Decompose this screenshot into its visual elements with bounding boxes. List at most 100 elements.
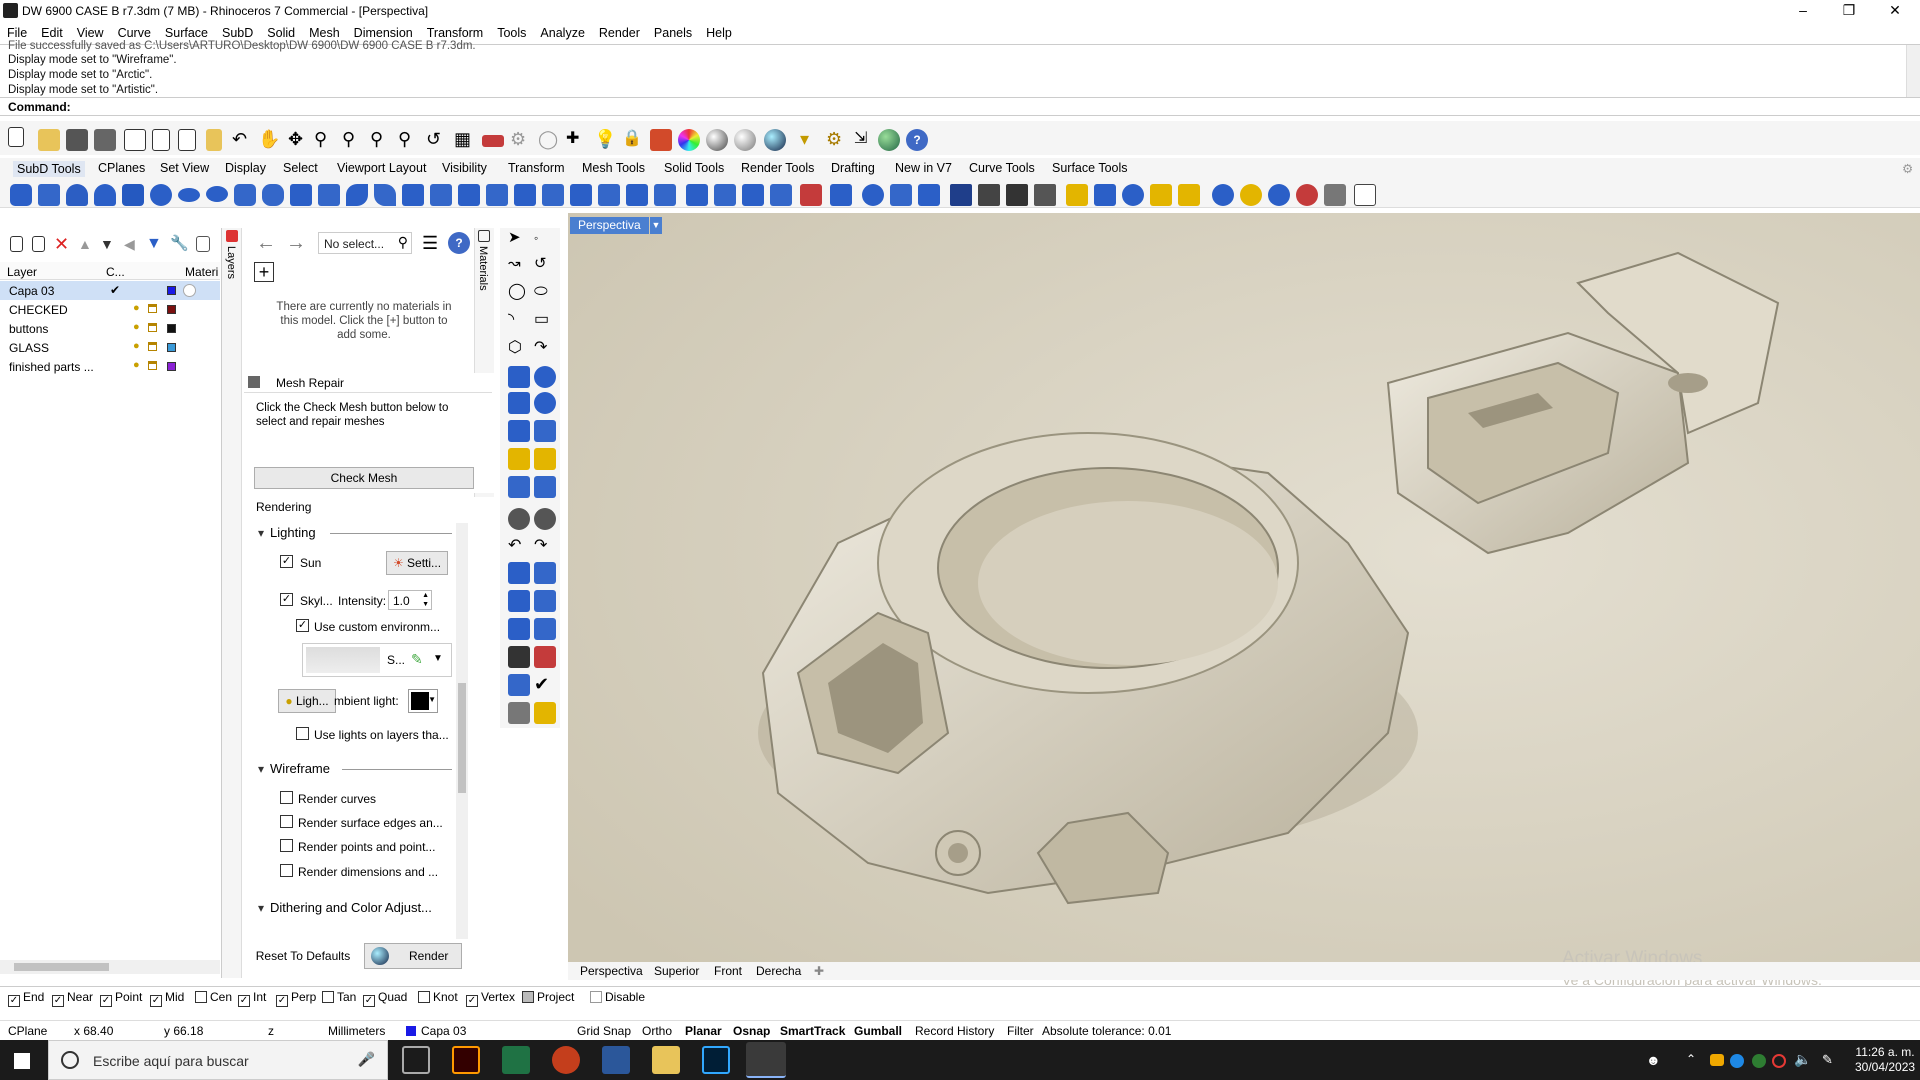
tab-perspectiva[interactable]: Perspectiva — [580, 964, 643, 978]
layer-row-buttons[interactable]: buttons ● — [0, 319, 220, 338]
subd-bridge-icon[interactable] — [374, 184, 396, 206]
subd-crease-tool-icon[interactable] — [1094, 184, 1116, 206]
tab-viewport-layout[interactable]: Viewport Layout — [337, 161, 426, 175]
back-arrow-icon[interactable]: ← — [256, 232, 278, 254]
car-icon[interactable] — [482, 135, 504, 147]
tab-display[interactable]: Display — [225, 161, 266, 175]
skylight-checkbox[interactable]: ✓ — [280, 593, 293, 606]
osnap-checkbox[interactable]: ✓ — [52, 995, 64, 1007]
forward-arrow-icon[interactable]: → — [286, 232, 308, 254]
subd-symmetry-icon[interactable] — [770, 184, 792, 206]
mirror-icon[interactable] — [534, 590, 556, 612]
layer-tools-icon[interactable]: 🔧 — [170, 234, 192, 256]
analyze-icon[interactable] — [534, 646, 556, 668]
layer-color-swatch[interactable] — [167, 286, 176, 295]
tab-select[interactable]: Select — [283, 161, 318, 175]
windows-start-icon[interactable] — [14, 1053, 30, 1069]
dimension-tool-icon[interactable] — [534, 618, 556, 640]
lock-icon[interactable] — [148, 361, 157, 370]
osnap-tan[interactable]: Tan — [322, 990, 356, 1004]
tab-superior[interactable]: Superior — [654, 964, 699, 978]
layer-color-swatch[interactable] — [167, 362, 176, 371]
tab-solid-tools[interactable]: Solid Tools — [664, 161, 724, 175]
lock-icon[interactable]: 🔒 — [622, 129, 644, 151]
subd-sphere-cut-icon[interactable] — [1268, 184, 1290, 206]
layer-row-capa-03[interactable]: Capa 03 ✔ — [0, 281, 220, 300]
custom-environment-checkbox[interactable]: ✓ — [296, 619, 309, 632]
language-icon[interactable]: ✎ — [1822, 1052, 1833, 1068]
intensity-spinner-icon[interactable]: ▲ ▼ — [422, 591, 429, 609]
microphone-icon[interactable]: 🎤 — [358, 1051, 375, 1068]
layer-color-swatch[interactable] — [167, 343, 176, 352]
filter-icon[interactable]: ▾ — [800, 129, 822, 151]
tab-curve-tools[interactable]: Curve Tools — [969, 161, 1035, 175]
rectangle-icon[interactable]: ▭ — [534, 310, 556, 332]
close-button[interactable]: ✕ — [1872, 0, 1918, 22]
cage-icon[interactable] — [508, 674, 530, 696]
subd-delete-icon[interactable] — [1296, 184, 1318, 206]
gumball-toggle[interactable]: Gumball — [854, 1024, 902, 1038]
circle-icon[interactable]: ◯ — [538, 129, 560, 151]
word-app-icon[interactable] — [602, 1046, 630, 1074]
subd-sphere-icon[interactable] — [150, 184, 172, 206]
shaded-sphere-icon[interactable] — [706, 129, 728, 151]
fillet-icon[interactable]: ↷ — [534, 338, 556, 360]
layer-color-swatch[interactable] — [167, 305, 176, 314]
lighting-section-header[interactable]: Lighting — [258, 525, 316, 540]
tab-transform[interactable]: Transform — [508, 161, 565, 175]
tab-render-tools[interactable]: Render Tools — [741, 161, 814, 175]
excel-app-icon[interactable] — [502, 1046, 530, 1074]
polyline-icon[interactable]: ↝ — [508, 254, 530, 276]
viewport-menu-chevron-icon[interactable]: ▼ — [650, 217, 662, 234]
menu-analyze[interactable]: Analyze — [533, 22, 591, 44]
add-material-button[interactable]: + — [254, 262, 274, 282]
reset-to-defaults-button[interactable]: Reset To Defaults — [244, 943, 362, 969]
tab-drafting[interactable]: Drafting — [831, 161, 875, 175]
tab-set-view[interactable]: Set View — [160, 161, 209, 175]
people-icon[interactable]: ☻ — [1646, 1052, 1661, 1068]
osnap-checkbox[interactable]: ✓ — [100, 995, 112, 1007]
powerpoint-app-icon[interactable] — [552, 1046, 580, 1074]
osnap-checkbox[interactable]: ✓ — [466, 995, 478, 1007]
subd-grid-icon[interactable] — [950, 184, 972, 206]
lights-button[interactable]: ● Ligh... — [278, 689, 336, 713]
current-column-header[interactable]: C... — [106, 265, 125, 279]
subd-cylinder-icon[interactable] — [122, 184, 144, 206]
subd-smooth-icon[interactable] — [714, 184, 736, 206]
osnap-checkbox[interactable]: ✓ — [238, 995, 250, 1007]
add-viewport-icon[interactable]: ✚ — [814, 964, 824, 978]
layer-row-checked[interactable]: CHECKED ● — [0, 300, 220, 319]
point-icon[interactable]: ◦ — [534, 228, 556, 250]
osnap-checkbox[interactable] — [195, 991, 207, 1003]
subd-pyramid-icon[interactable] — [94, 184, 116, 206]
command-line[interactable]: Command: — [0, 98, 1920, 116]
loft-icon[interactable] — [534, 366, 556, 388]
delete-layer-icon[interactable]: ✕ — [54, 234, 76, 256]
settings-gear-icon[interactable]: ⚙ — [826, 129, 848, 151]
subd-nurbs-icon[interactable] — [890, 184, 912, 206]
edit-pencil-icon[interactable]: ✎ — [411, 651, 423, 668]
select-arrow-icon[interactable]: ➤ — [508, 228, 530, 250]
split-icon[interactable]: ↷ — [534, 536, 556, 558]
wireframe-section-header[interactable]: Wireframe — [258, 761, 330, 776]
tab-mesh-tools[interactable]: Mesh Tools — [582, 161, 645, 175]
subd-offset-icon[interactable] — [514, 184, 536, 206]
subd-gear-icon[interactable] — [1006, 184, 1028, 206]
subd-sphere-gold-icon[interactable] — [1240, 184, 1262, 206]
taskbar-search-box[interactable]: Escribe aquí para buscar 🎤 — [48, 1040, 388, 1080]
light-bulb-icon[interactable]: 💡 — [594, 129, 616, 151]
tab-new-in-v7[interactable]: New in V7 — [895, 161, 952, 175]
tray-cloud-icon[interactable] — [1730, 1054, 1744, 1068]
lock-icon[interactable] — [148, 342, 157, 351]
osnap-checkbox[interactable] — [522, 991, 534, 1003]
surface-icon[interactable] — [508, 366, 530, 388]
subd-pack-icon[interactable] — [1066, 184, 1088, 206]
render-curves-checkbox[interactable] — [280, 791, 293, 804]
subd-brush-icon[interactable] — [1178, 184, 1200, 206]
menu-panels[interactable]: Panels — [647, 22, 699, 44]
ortho-toggle[interactable]: Ortho — [642, 1024, 672, 1038]
osnap-toggle[interactable]: Osnap — [733, 1024, 770, 1038]
taskbar-clock[interactable]: 11:26 a. m. 30/04/2023 — [1855, 1045, 1915, 1075]
materials-search-field[interactable]: No select... ⚲ — [318, 232, 412, 254]
osnap-checkbox[interactable]: ✓ — [276, 995, 288, 1007]
